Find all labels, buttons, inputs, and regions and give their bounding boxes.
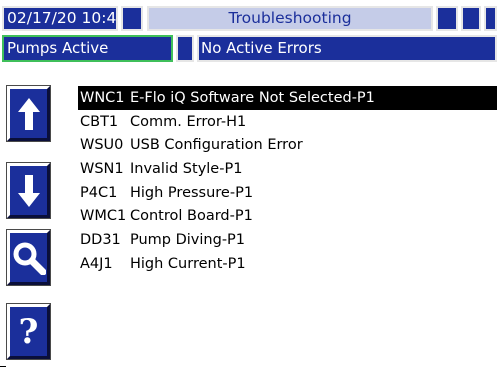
- error-code: WNC1: [80, 89, 125, 106]
- error-description: USB Configuration Error: [130, 137, 303, 154]
- divider: [0, 366, 6, 367]
- pump-status-badge: Pumps Active: [2, 35, 173, 62]
- page-title: Troubleshooting: [147, 6, 433, 31]
- question-mark-icon: ?: [18, 311, 39, 352]
- error-description: Comm. Error-H1: [130, 113, 247, 130]
- error-description: High Pressure-P1: [130, 184, 254, 201]
- datetime-display: 02/17/20 10:45: [2, 6, 118, 31]
- error-code: A4J1: [80, 255, 113, 272]
- screen: 02/17/20 10:45 Troubleshooting Pumps Act…: [0, 0, 497, 373]
- header: 02/17/20 10:45 Troubleshooting Pumps Act…: [0, 0, 497, 64]
- arrow-down-icon: [17, 174, 40, 207]
- error-code: WSU0: [80, 137, 124, 154]
- error-code: DD31: [80, 231, 121, 248]
- error-row[interactable]: CBT1 Comm. Error-H1: [78, 110, 497, 134]
- error-row[interactable]: DD31 Pump Diving-P1: [78, 228, 497, 252]
- error-row-selected[interactable]: WNC1 E-Flo iQ Software Not Selected-P1: [78, 86, 497, 110]
- error-description: Invalid Style-P1: [130, 160, 243, 177]
- error-description: E-Flo iQ Software Not Selected-P1: [130, 89, 375, 106]
- active-errors-status: No Active Errors: [197, 35, 497, 62]
- error-description: High Current-P1: [130, 255, 246, 272]
- scroll-up-button[interactable]: [6, 85, 51, 142]
- header-indicator: [121, 6, 143, 31]
- scroll-down-button[interactable]: [6, 162, 51, 219]
- error-code: P4C1: [80, 184, 118, 201]
- status-indicator: [176, 35, 194, 62]
- error-code: WMC1: [80, 208, 127, 225]
- error-list: WNC1 E-Flo iQ Software Not Selected-P1 CBT…: [78, 86, 497, 276]
- error-code: CBT1: [80, 113, 119, 130]
- arrow-up-icon: [17, 97, 40, 130]
- error-description: Pump Diving-P1: [130, 231, 246, 248]
- search-button[interactable]: [6, 229, 51, 286]
- header-indicator: [436, 6, 458, 31]
- error-row[interactable]: WSN1 Invalid Style-P1: [78, 157, 497, 181]
- error-description: Control Board-P1: [130, 208, 253, 225]
- help-button[interactable]: ?: [6, 303, 51, 360]
- error-row[interactable]: WSU0 USB Configuration Error: [78, 133, 497, 157]
- magnifier-icon: [13, 242, 46, 275]
- header-indicator: [484, 6, 497, 31]
- error-row[interactable]: A4J1 High Current-P1: [78, 252, 497, 276]
- error-row[interactable]: WMC1 Control Board-P1: [78, 204, 497, 228]
- header-indicator: [461, 6, 481, 31]
- error-row[interactable]: P4C1 High Pressure-P1: [78, 181, 497, 205]
- error-code: WSN1: [80, 160, 124, 177]
